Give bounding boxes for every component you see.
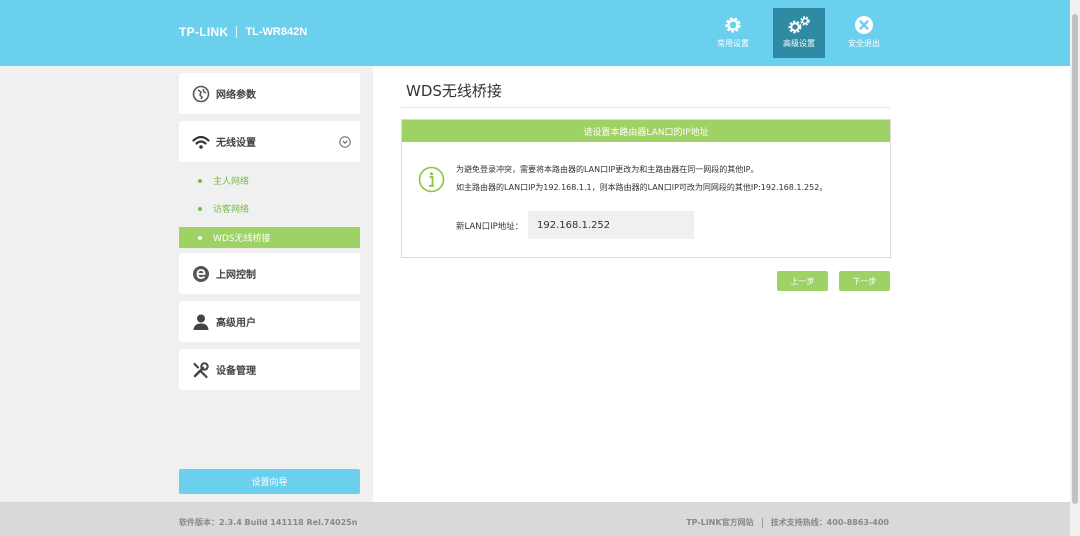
sidebar-subitem-guest-network[interactable]: 访客网络	[179, 198, 360, 219]
sidebar-item-device-management[interactable]: 设备管理	[179, 349, 360, 390]
sidebar-item-label: 网络参数	[216, 90, 256, 101]
model-name: TL-WR842N	[245, 26, 308, 38]
brand-divider	[236, 26, 238, 38]
close-circle-icon	[855, 16, 873, 34]
new-lan-ip-label: 新LAN口IP地址：	[456, 222, 524, 232]
brand: TP-LINK TL-WR842N	[179, 25, 307, 39]
sidebar-subitem-wds-bridge[interactable]: WDS无线桥接	[179, 227, 360, 248]
sidebar-item-label: 无线设置	[216, 138, 256, 149]
info-text-line-1: 为避免登录冲突，需要将本路由器的LAN口IP更改为和主路由器在同一网段的其他IP…	[456, 165, 759, 174]
wifi-icon	[192, 135, 210, 149]
page-scrollbar[interactable]	[1070, 0, 1080, 536]
nav-common-settings-label: 常用设置	[717, 39, 749, 48]
lan-ip-panel: 请设置本路由器LAN口的IP地址 为避免登录冲突，需要将本路由器的LAN口IP更…	[401, 119, 891, 258]
footer-links: TP-LINK官方网站 技术支持热线：400-8863-400	[686, 517, 889, 528]
sidebar-item-network[interactable]: 网络参数	[179, 73, 360, 114]
info-text-line-2: 如主路由器的LAN口IP为192.168.1.1，则本路由器的LAN口IP可改为…	[456, 183, 828, 192]
sidebar-item-label: 上网控制	[216, 270, 256, 281]
sidebar-subitem-label: WDS无线桥接	[213, 234, 271, 244]
nav-advanced-settings-label: 高级设置	[783, 39, 815, 48]
gears-icon	[788, 16, 810, 34]
page-title: WDS无线桥接	[406, 82, 502, 100]
bullet-dot	[198, 206, 202, 211]
internet-e-icon	[193, 265, 209, 282]
user-icon	[193, 314, 209, 330]
title-divider	[401, 107, 890, 108]
footer-divider	[761, 517, 763, 528]
top-header: TP-LINK TL-WR842N 常用设置 高级设置 安全退出	[0, 0, 1070, 66]
sidebar-subitem-label: 主人网络	[213, 177, 250, 187]
nav-logout-label: 安全退出	[848, 39, 880, 48]
tools-icon	[193, 361, 209, 378]
next-step-button[interactable]: 下一步	[839, 271, 890, 291]
sidebar-item-internet-control[interactable]: 上网控制	[179, 253, 360, 294]
sidebar-item-label: 设备管理	[216, 366, 256, 377]
new-lan-ip-input[interactable]	[528, 211, 694, 239]
nav-common-settings[interactable]: 常用设置	[707, 8, 759, 58]
nav-advanced-settings[interactable]: 高级设置	[773, 8, 825, 58]
sidebar-subitem-label: 访客网络	[213, 205, 250, 215]
setup-wizard-button[interactable]: 设置向导	[179, 469, 360, 494]
panel-header: 请设置本路由器LAN口的IP地址	[402, 120, 890, 142]
scrollbar-thumb[interactable]	[1072, 14, 1078, 504]
bullet-dot	[198, 178, 202, 183]
sidebar-item-wireless[interactable]: 无线设置	[179, 121, 360, 162]
software-version: 软件版本：2.3.4 Build 141118 Rel.74025n	[179, 518, 358, 527]
support-hotline: 技术支持热线：400-8863-400	[770, 518, 889, 527]
previous-step-button[interactable]: 上一步	[777, 271, 828, 291]
gear-icon	[725, 17, 741, 33]
sidebar-item-advanced-user[interactable]: 高级用户	[179, 301, 360, 342]
sidebar-subitem-host-network[interactable]: 主人网络	[179, 170, 360, 191]
official-site-link[interactable]: TP-LINK官方网站	[686, 517, 753, 528]
network-globe-icon	[192, 85, 210, 102]
chevron-down-icon	[339, 135, 351, 148]
footer: 软件版本：2.3.4 Build 141118 Rel.74025n TP-LI…	[0, 502, 1070, 536]
nav-logout[interactable]: 安全退出	[838, 8, 890, 58]
tp-link-logo: TP-LINK	[179, 25, 229, 39]
bullet-dot	[198, 235, 202, 240]
sidebar-item-label: 高级用户	[216, 318, 256, 329]
info-icon	[418, 166, 445, 193]
